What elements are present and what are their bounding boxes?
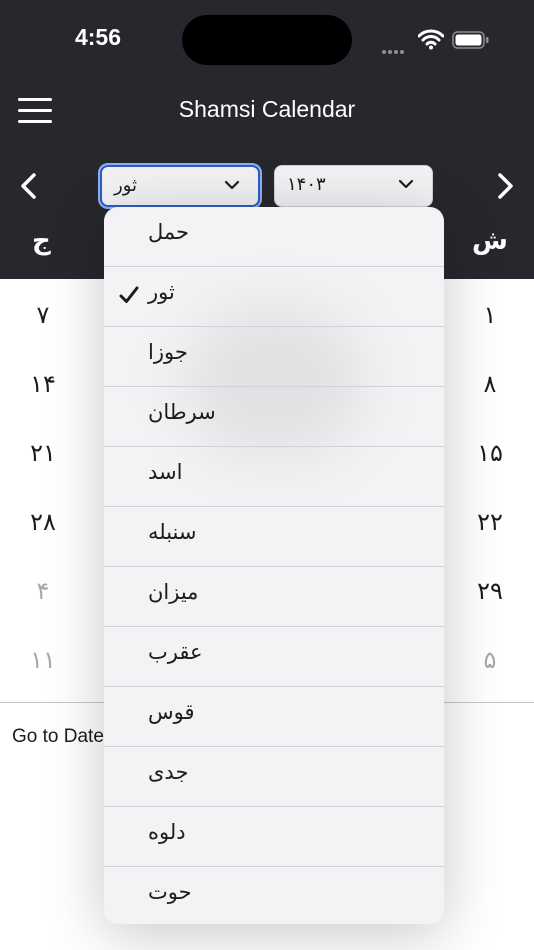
month-option-label: اسد — [148, 460, 183, 484]
day-cell-next-month[interactable]: ۵ — [465, 646, 515, 674]
day-cell-next-month[interactable]: ۴ — [18, 577, 68, 605]
day-cell[interactable]: ۲۸ — [18, 508, 68, 536]
month-option-label: میزان — [148, 580, 199, 604]
signal-dots-icon — [382, 39, 406, 58]
month-option[interactable]: سنبله — [104, 507, 444, 567]
month-option-label: سنبله — [148, 520, 197, 544]
wifi-icon — [418, 29, 444, 50]
month-option-label: قوس — [148, 700, 195, 724]
next-month-chevron-icon[interactable] — [490, 170, 520, 202]
month-option[interactable]: میزان — [104, 567, 444, 627]
hamburger-menu-icon[interactable] — [16, 96, 54, 126]
day-cell[interactable]: ۱۵ — [465, 439, 515, 467]
month-option[interactable]: جوزا — [104, 327, 444, 387]
month-option[interactable]: حمل — [104, 207, 444, 267]
month-select[interactable]: ثور — [100, 165, 260, 207]
day-cell-next-month[interactable]: ۱۱ — [18, 646, 68, 674]
chevron-down-icon — [398, 179, 414, 189]
month-option-label: عقرب — [148, 640, 203, 664]
day-cell[interactable]: ۲۹ — [465, 577, 515, 605]
battery-icon — [452, 31, 489, 49]
month-option-label: دلوه — [148, 820, 186, 844]
month-option-label: جدی — [148, 760, 189, 784]
day-cell[interactable]: ۲۲ — [465, 508, 515, 536]
month-option-label: حوت — [148, 880, 192, 904]
go-to-date-label[interactable]: Go to Date — [12, 726, 104, 748]
month-select-value: ثور — [114, 175, 138, 196]
weekday-header-friday: ج — [32, 226, 51, 256]
year-select[interactable]: ۱۴۰۳ — [274, 165, 433, 207]
weekday-header-saturday: ش — [472, 226, 508, 256]
day-cell[interactable]: ۱۴ — [18, 370, 68, 398]
year-select-value: ۱۴۰۳ — [287, 174, 326, 195]
month-option[interactable]: اسد — [104, 447, 444, 507]
day-cell[interactable]: ۱ — [465, 301, 515, 329]
checkmark-icon — [119, 286, 139, 303]
page-title: Shamsi Calendar — [178, 96, 356, 122]
month-option[interactable]: عقرب — [104, 627, 444, 687]
month-option-label: جوزا — [148, 340, 188, 364]
day-cell[interactable]: ۸ — [465, 370, 515, 398]
month-option[interactable]: جدی — [104, 747, 444, 807]
previous-month-chevron-icon[interactable] — [14, 170, 44, 202]
month-option-label: حمل — [148, 220, 190, 244]
month-dropdown-menu: حمل ثور جوزا سرطان اسد سنبله میزان عقرب … — [104, 207, 444, 924]
chevron-down-icon — [224, 180, 240, 190]
status-time: 4:56 — [74, 24, 122, 50]
day-cell[interactable]: ۷ — [18, 301, 68, 329]
month-option[interactable]: حوت — [104, 867, 444, 924]
day-cell[interactable]: ۲۱ — [18, 439, 68, 467]
month-option[interactable]: قوس — [104, 687, 444, 747]
status-icons — [382, 28, 492, 54]
month-option[interactable]: دلوه — [104, 807, 444, 867]
dynamic-island — [182, 15, 352, 65]
month-option-label: سرطان — [148, 400, 216, 424]
month-option[interactable]: سرطان — [104, 387, 444, 447]
month-option-label: ثور — [148, 280, 175, 304]
month-option-selected[interactable]: ثور — [104, 267, 444, 327]
